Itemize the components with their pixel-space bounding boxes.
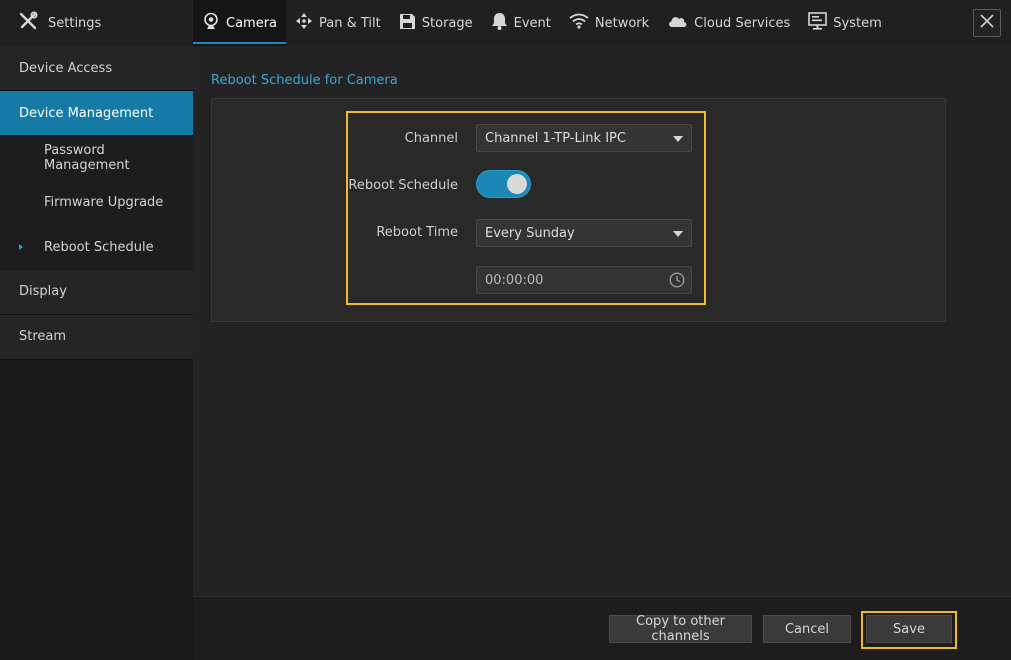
chevron-down-icon (673, 136, 683, 142)
bell-icon (491, 12, 508, 34)
tab-event[interactable]: Event (482, 0, 560, 46)
tab-label: Network (594, 15, 650, 31)
sidebar-subitem-firmware-upgrade[interactable]: Firmware Upgrade (0, 180, 193, 225)
tab-label: System (833, 15, 882, 31)
channel-select-value: Channel 1-TP-Link IPC (485, 130, 626, 146)
tab-label: Event (513, 15, 551, 31)
tab-label: Pan & Tilt (319, 15, 381, 31)
close-button[interactable] (973, 9, 1001, 37)
footer-bar: Copy to other channels Cancel Save (193, 596, 1011, 660)
reboot-time-value: 00:00:00 (485, 272, 544, 288)
camera-icon (202, 12, 220, 34)
sidebar-subitem-password-management[interactable]: Password Management (0, 136, 193, 181)
reboot-time-select[interactable]: Every Sunday (476, 219, 692, 247)
reboot-schedule-label: Reboot Schedule (348, 178, 458, 193)
sidebar-header: Settings (0, 0, 193, 46)
cloud-icon (667, 14, 688, 32)
channel-select[interactable]: Channel 1-TP-Link IPC (476, 124, 692, 152)
chevron-down-icon (673, 231, 683, 237)
tab-label: Storage (421, 15, 473, 31)
tab-network[interactable]: Network (560, 0, 658, 46)
pan-tilt-icon (295, 12, 313, 34)
sidebar-item-device-access[interactable]: Device Access (0, 46, 193, 91)
reboot-time-label: Reboot Time (376, 225, 458, 240)
main-content: Reboot Schedule for Camera Channel Chann… (193, 46, 1011, 596)
tools-icon (18, 11, 38, 35)
tab-system[interactable]: System (799, 0, 890, 46)
wifi-icon (569, 13, 589, 33)
floppy-icon (399, 13, 416, 34)
section-title: Reboot Schedule for Camera (211, 73, 398, 88)
close-icon (979, 13, 995, 33)
copy-to-other-channels-button[interactable]: Copy to other channels (609, 614, 752, 644)
caret-right-icon (19, 244, 23, 251)
sidebar-item-display[interactable]: Display (0, 269, 193, 315)
sidebar-item-device-management[interactable]: Device Management (0, 91, 193, 136)
channel-label: Channel (404, 131, 458, 146)
tab-pan-tilt[interactable]: Pan & Tilt (286, 0, 390, 46)
reboot-time-select-value: Every Sunday (485, 225, 575, 241)
sidebar-subitem-reboot-schedule[interactable]: Reboot Schedule (0, 225, 193, 270)
sidebar-subitem-label: Reboot Schedule (44, 239, 154, 255)
sidebar: Settings Device Access Device Management… (0, 0, 193, 660)
save-button[interactable]: Save (866, 615, 952, 643)
tab-label: Cloud Services (694, 15, 791, 31)
cancel-button[interactable]: Cancel (763, 615, 851, 643)
toggle-knob (507, 174, 527, 194)
reboot-time-input[interactable]: 00:00:00 (476, 266, 692, 294)
monitor-icon (808, 12, 828, 34)
tab-storage[interactable]: Storage (390, 0, 482, 46)
tab-cloud-services[interactable]: Cloud Services (658, 0, 799, 46)
settings-title: Settings (48, 15, 102, 31)
clock-icon[interactable] (669, 272, 685, 292)
tab-label: Camera (226, 15, 278, 31)
top-nav: Camera Pan & Tilt Storage Event Network … (193, 0, 1011, 46)
sidebar-item-stream[interactable]: Stream (0, 314, 193, 360)
reboot-schedule-toggle[interactable] (476, 170, 531, 198)
tab-camera[interactable]: Camera (193, 0, 287, 46)
